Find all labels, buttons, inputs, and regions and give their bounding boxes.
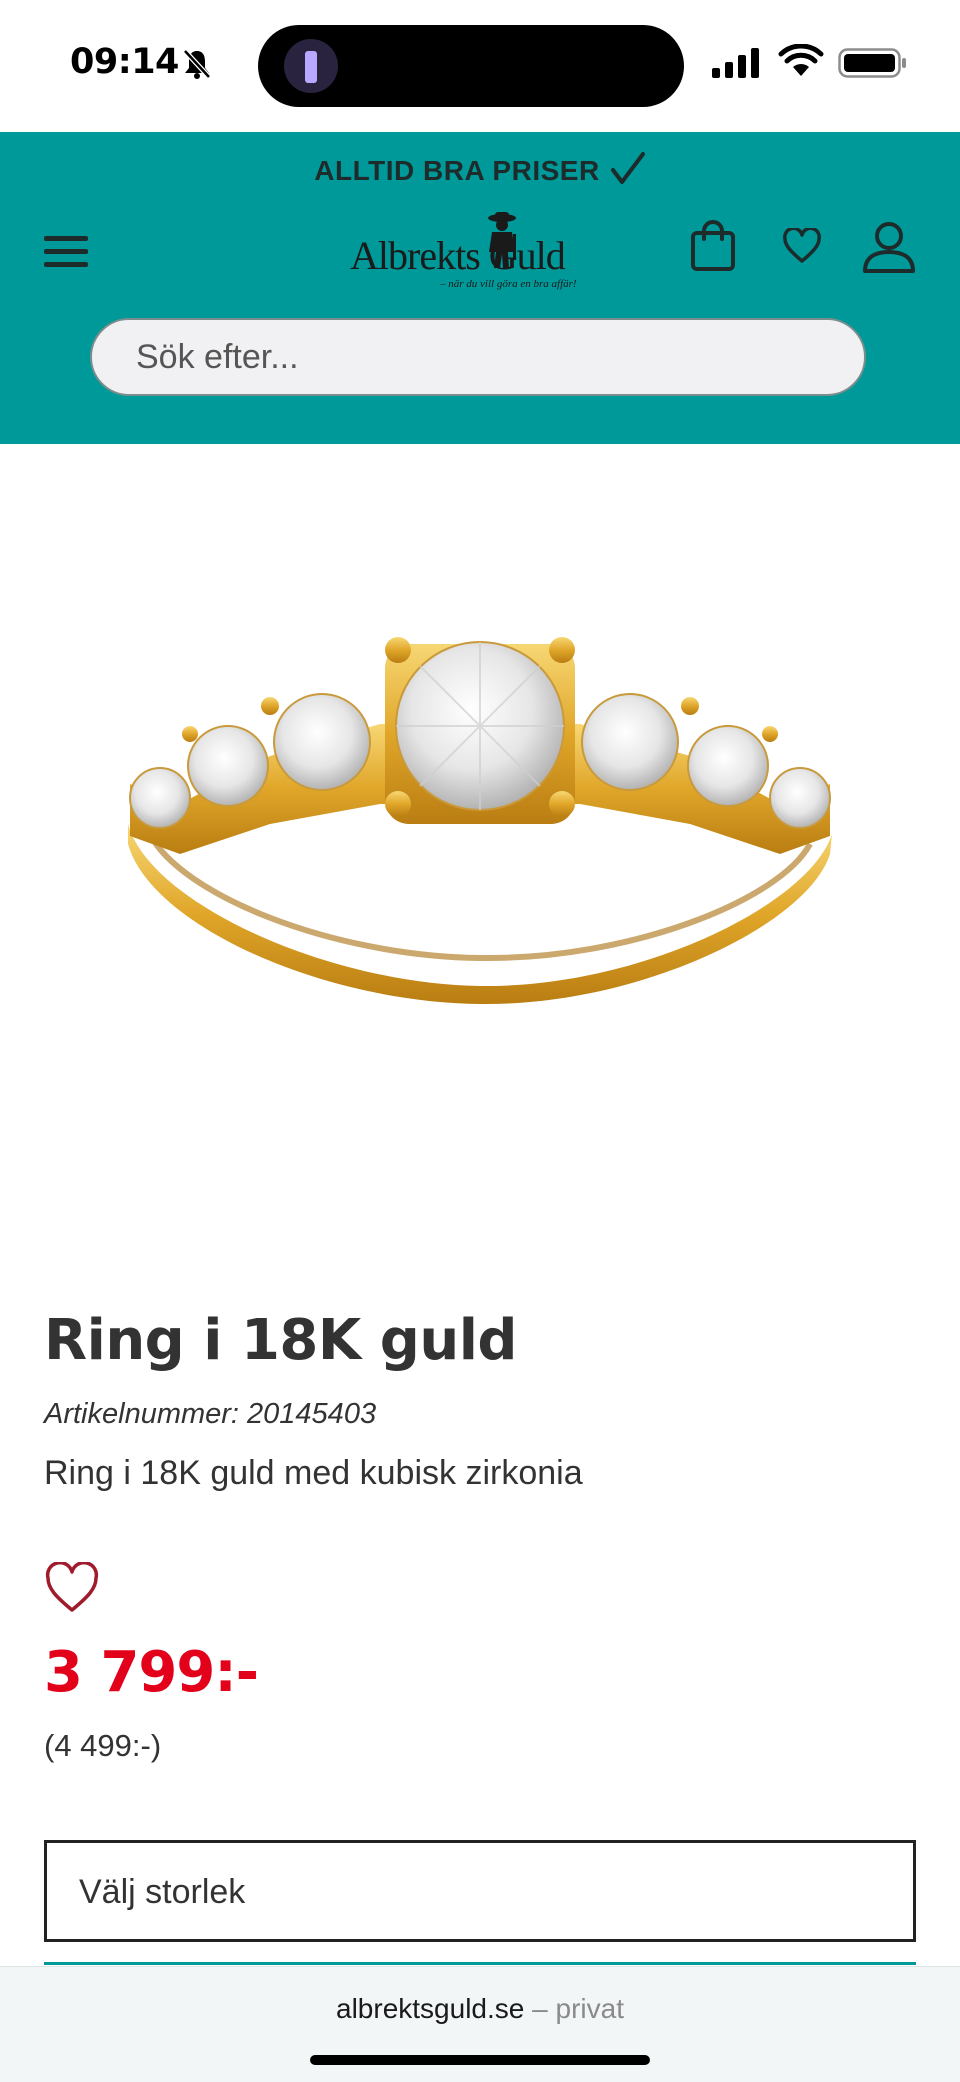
divider [44,1962,916,1965]
search-input[interactable] [136,320,826,394]
product-title: Ring i 18K guld [44,1308,518,1373]
menu-icon [44,236,88,241]
site-header: ALLTID BRA PRISER Albrekts Guld – när du… [0,132,960,444]
site-logo[interactable]: Albrekts Guld – när du vill göra en bra … [350,206,610,292]
url-domain: albrektsguld.se [336,1993,525,2024]
heart-icon[interactable] [782,228,822,264]
flashlight-icon [284,39,338,93]
signal-icon [712,48,759,78]
url-separator: – [532,1993,548,2024]
logo-tagline: – när du vill göra en bra affär! [440,278,577,290]
battery-icon [838,48,906,78]
logo-prospector-icon [488,212,516,268]
size-select-label: Välj storlek [79,1873,246,1911]
search-bar[interactable] [90,318,866,396]
size-select[interactable]: Välj storlek [44,1840,916,1942]
article-number: Artikelnummer: 20145403 [44,1398,377,1430]
clock: 09:14 [70,42,179,82]
promo-banner: ALLTID BRA PRISER [0,152,960,187]
url-display[interactable]: albrektsguld.se – privat [0,1993,960,2025]
status-bar: 09:14 [0,0,960,132]
wishlist-heart-icon[interactable] [44,1562,100,1614]
dynamic-island [258,25,684,107]
cart-icon[interactable] [690,220,736,272]
home-indicator[interactable] [310,2055,650,2065]
bell-muted-icon [183,49,211,79]
wifi-icon [778,44,824,76]
private-mode-label: privat [555,1993,624,2024]
product-price: 3 799:- [44,1640,259,1705]
original-price: (4 499:-) [44,1728,162,1763]
checkmark-icon [610,152,645,184]
promo-text: ALLTID BRA PRISER [314,155,600,186]
browser-address-bar[interactable]: albrektsguld.se – privat [0,1966,960,2082]
product-image[interactable] [0,444,960,1254]
logo-text: Albrekts Guld [350,233,566,278]
product-description: Ring i 18K guld med kubisk zirkonia [44,1454,583,1492]
ring-image [128,637,832,1005]
user-icon[interactable] [862,220,916,274]
menu-button[interactable] [42,228,90,276]
